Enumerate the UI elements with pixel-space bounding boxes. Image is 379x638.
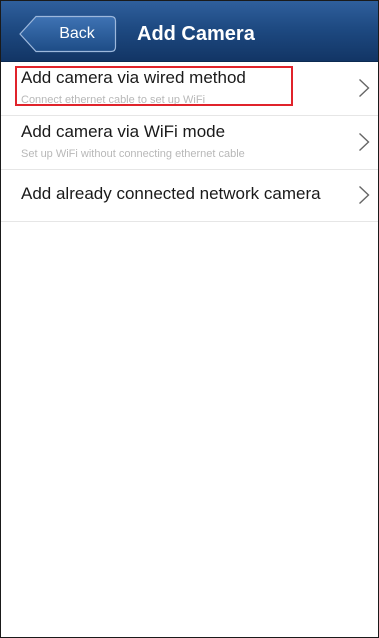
chevron-right-icon — [359, 78, 370, 98]
back-button[interactable]: Back — [19, 15, 117, 53]
chevron-right-icon — [359, 132, 370, 152]
option-connected-camera[interactable]: Add already connected network camera — [1, 170, 378, 222]
option-wired-method[interactable]: Add camera via wired method Connect ethe… — [1, 62, 378, 116]
title-bar: Back Add Camera — [1, 1, 378, 62]
back-button-label: Back — [59, 25, 95, 42]
option-title: Add camera via WiFi mode — [21, 122, 226, 141]
app-screen: Back Add Camera Add camera via wired met… — [0, 0, 379, 638]
option-title: Add already connected network camera — [21, 184, 321, 203]
add-camera-options: Add camera via wired method Connect ethe… — [1, 62, 378, 222]
option-wifi-mode[interactable]: Add camera via WiFi mode Set up WiFi wit… — [1, 116, 378, 170]
chevron-right-icon — [359, 185, 370, 205]
option-subtitle: Set up WiFi without connecting ethernet … — [21, 148, 245, 160]
page-title: Add Camera — [137, 23, 255, 45]
highlight-box — [15, 66, 293, 106]
